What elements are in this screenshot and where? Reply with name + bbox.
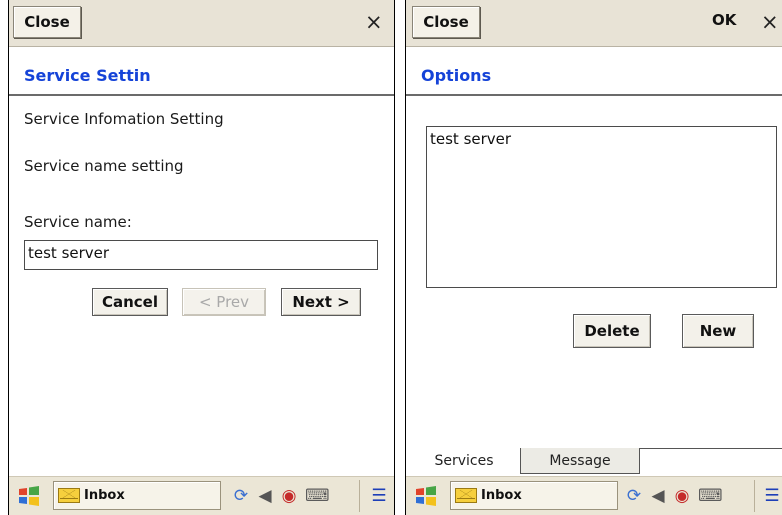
page-title: Options [421,66,492,85]
tray-separator [754,480,755,512]
tab-divider [640,448,782,449]
info-setting-label: Service Infomation Setting [24,110,224,128]
close-x-icon[interactable]: × [761,9,779,35]
windows-switch-icon[interactable]: ☰ [762,486,782,506]
page-heading: Service Settin [9,60,394,96]
prev-button[interactable]: < Prev [182,288,266,316]
windows-start-icon[interactable] [17,485,41,507]
title-bar: Close × [9,0,394,47]
page-title: Service Settin [24,66,151,85]
service-name-value: test server [28,244,110,262]
taskbar: Inbox ⟳ ◀ ◉ ⌨ ☰ [9,476,394,515]
sync-icon[interactable]: ◉ [672,486,692,506]
close-x-icon[interactable]: × [365,9,383,35]
tray-separator [359,480,360,512]
service-settings-screen: Close × Service Settin Service Infomatio… [8,0,395,515]
close-button[interactable]: Close [412,6,480,38]
name-setting-label: Service name setting [24,157,184,175]
network-icon[interactable]: ⟳ [231,486,251,506]
service-name-input[interactable]: test server [24,240,378,270]
sync-icon[interactable]: ◉ [279,486,299,506]
volume-icon[interactable]: ◀ [255,486,275,506]
windows-switch-icon[interactable]: ☰ [369,486,389,506]
ok-button[interactable]: OK [712,11,736,29]
list-item[interactable]: test server [430,130,773,148]
network-icon[interactable]: ⟳ [624,486,644,506]
inbox-label: Inbox [84,488,125,503]
inbox-taskbar-button[interactable]: Inbox [53,481,221,510]
close-button[interactable]: Close [13,6,81,38]
tab-services[interactable]: Services [414,448,514,474]
volume-icon[interactable]: ◀ [648,486,668,506]
system-tray: ⟳ ◀ ◉ ⌨ [231,486,357,508]
page-heading: Options [406,60,782,96]
keyboard-icon[interactable]: ⌨ [698,486,723,506]
options-screen: Close OK × Options test server Delete Ne… [405,0,782,515]
keyboard-icon[interactable]: ⌨ [305,486,330,506]
taskbar: Inbox ⟳ ◀ ◉ ⌨ ☰ [406,476,782,515]
inbox-label: Inbox [481,488,522,503]
system-tray: ⟳ ◀ ◉ ⌨ [624,486,750,508]
title-bar: Close OK × [406,0,782,47]
envelope-icon [455,488,477,503]
delete-button[interactable]: Delete [573,314,651,348]
inbox-taskbar-button[interactable]: Inbox [450,481,618,510]
tab-bar: Services Message [406,448,782,475]
envelope-icon [58,488,80,503]
services-list[interactable]: test server [426,126,777,288]
service-name-label: Service name: [24,213,132,231]
windows-start-icon[interactable] [414,485,438,507]
tab-message[interactable]: Message [520,448,640,474]
next-button[interactable]: Next > [281,288,361,316]
new-button[interactable]: New [682,314,754,348]
cancel-button[interactable]: Cancel [92,288,168,316]
